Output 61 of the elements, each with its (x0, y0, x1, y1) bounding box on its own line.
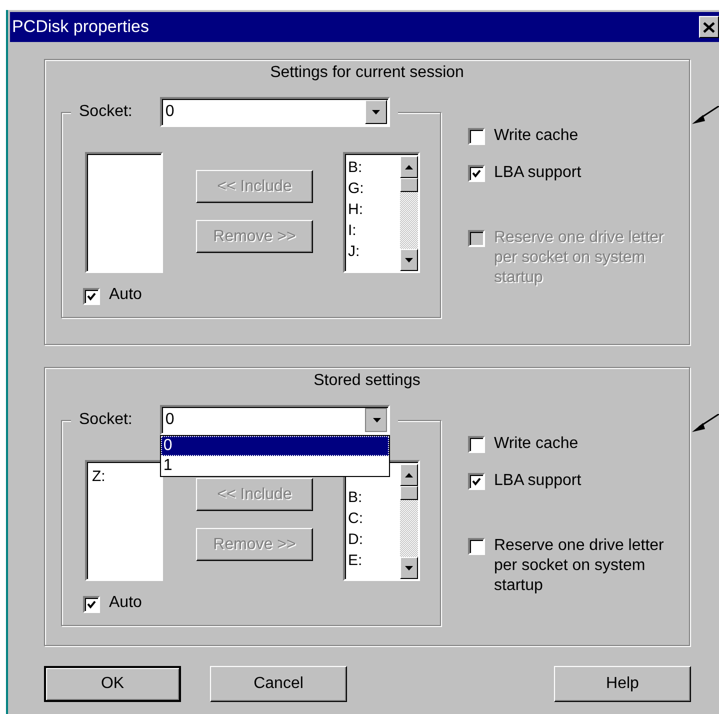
list-item[interactable]: Z: (92, 468, 156, 486)
dropdown-button[interactable] (365, 408, 388, 432)
close-button[interactable] (699, 16, 719, 38)
socket-label: Socket: (79, 103, 132, 121)
check-icon (472, 169, 481, 178)
assigned-drives-list[interactable]: Z: (85, 460, 163, 581)
available-drives-list[interactable]: B: C: D: E: (343, 460, 420, 581)
checkbox-label: Auto (109, 286, 142, 304)
group-title: Stored settings (312, 372, 422, 391)
checkbox-label: Write cache (494, 434, 578, 454)
check-icon (87, 600, 96, 609)
checkbox-label: Reserve one drive letter per socket on system startup (494, 228, 664, 288)
checkbox[interactable] (468, 165, 485, 182)
list-item[interactable]: B: (348, 487, 400, 508)
down-arrow-icon (405, 566, 413, 570)
check-icon (472, 477, 481, 486)
scrollbar[interactable] (400, 464, 418, 579)
assigned-drives-list[interactable] (85, 152, 163, 273)
dropdown-option[interactable]: 0 (161, 436, 390, 456)
checkbox[interactable] (468, 538, 485, 555)
checkbox-label: LBA support (494, 471, 582, 491)
scroll-up-button[interactable] (400, 156, 418, 178)
checkbox-label: LBA support (494, 163, 582, 183)
socket-dropdown[interactable]: 0 (160, 405, 390, 435)
down-arrow-icon (405, 258, 413, 262)
dialog-button[interactable]: Cancel (210, 666, 347, 702)
checkbox-label: Reserve one drive letter per socket on system startup (494, 536, 664, 596)
scroll-thumb[interactable] (400, 486, 418, 500)
scroll-down-button[interactable] (400, 557, 418, 579)
socket-label: Socket: (79, 411, 132, 429)
caret-icon (372, 110, 380, 114)
list-item[interactable]: E: (348, 550, 400, 571)
checkbox-label: Write cache (494, 126, 578, 146)
checkbox[interactable] (468, 436, 485, 453)
auto-checkbox[interactable] (83, 596, 100, 613)
list-item[interactable]: H: (348, 199, 400, 220)
scrollbar[interactable] (400, 156, 418, 271)
dialog-button[interactable]: Help (554, 666, 691, 702)
group-title: Settings for current session (269, 64, 465, 83)
checkbox[interactable] (468, 473, 485, 490)
available-drives-list[interactable]: B: G: H: I: J: (343, 152, 420, 273)
checkbox[interactable] (468, 128, 485, 145)
close-icon (703, 22, 715, 32)
scroll-thumb[interactable] (400, 178, 418, 192)
list-item[interactable]: B: (348, 157, 400, 178)
list-item[interactable]: I: (348, 220, 400, 241)
list-item[interactable]: J: (348, 241, 400, 262)
scroll-down-button[interactable] (400, 249, 418, 271)
list-item[interactable]: C: (348, 508, 400, 529)
scroll-up-button[interactable] (400, 464, 418, 486)
auto-checkbox[interactable] (83, 288, 100, 305)
up-arrow-icon (405, 472, 413, 478)
socket-dropdown[interactable]: 0 (160, 97, 390, 127)
up-arrow-icon (405, 164, 413, 170)
check-icon (87, 292, 96, 301)
caret-icon (372, 418, 381, 423)
dialog-button[interactable]: OK (44, 666, 181, 702)
window-title: PCDisk properties (12, 17, 149, 37)
list-item[interactable]: G: (348, 178, 400, 199)
checkbox-label: Auto (109, 594, 142, 612)
list-item[interactable]: D: (348, 529, 400, 550)
